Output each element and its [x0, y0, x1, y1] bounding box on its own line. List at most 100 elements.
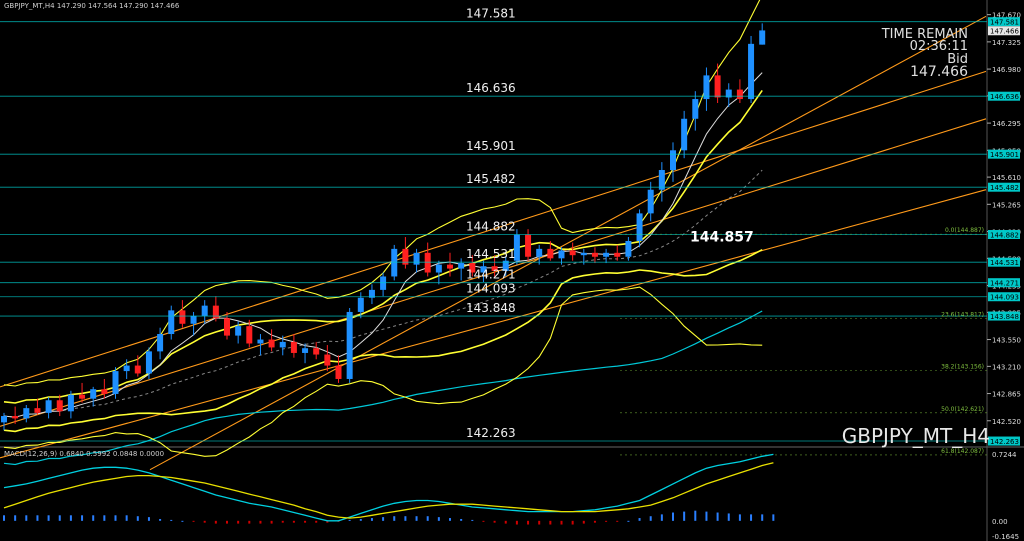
candle-body	[45, 400, 52, 413]
macd-histogram-bar	[14, 515, 17, 521]
macd-histogram-bar	[727, 513, 730, 521]
macd-histogram-bar	[750, 514, 753, 521]
macd-histogram-bar	[103, 515, 106, 521]
candle-body	[759, 30, 766, 45]
macd-histogram-bar	[649, 516, 652, 521]
macd-histogram-bar	[147, 517, 150, 521]
candle-body	[714, 75, 721, 98]
candle-body	[636, 213, 643, 241]
candle-body	[257, 339, 264, 344]
macd-histogram-bar	[616, 520, 619, 522]
macd-histogram-bar	[426, 516, 429, 521]
macd-histogram-bar	[259, 520, 262, 524]
candle-body	[603, 252, 610, 257]
bid-value: 147.466	[910, 64, 968, 80]
macd-histogram-bar	[69, 515, 72, 521]
candle-body	[424, 252, 431, 273]
candle-body	[447, 264, 453, 269]
fib-label: 23.6(143.817)	[941, 311, 984, 318]
price-tick-label: 143.210	[992, 363, 1021, 371]
candle-body	[458, 263, 465, 269]
level-label: 146.636	[466, 81, 516, 95]
level-label: 143.848	[466, 301, 516, 315]
candle-body	[112, 371, 119, 394]
macd-histogram-bar	[482, 520, 485, 522]
candle-body	[12, 416, 19, 419]
candle-body	[101, 389, 108, 394]
macd-histogram-bar	[449, 518, 451, 521]
macd-histogram-bar	[672, 512, 674, 521]
candle-body	[134, 365, 141, 374]
candle-body	[536, 248, 543, 257]
macd-histogram-bar	[136, 516, 139, 521]
axis-price-tag-label: 146.636	[990, 93, 1019, 101]
symbol-watermark: GBPJPY_MT_H4	[841, 424, 990, 448]
axis-price-tag-label: 145.482	[990, 184, 1019, 192]
macd-histogram-bar	[538, 520, 541, 525]
price-tick-label: 142.520	[992, 418, 1021, 426]
fib-label: 50.0(142.621)	[941, 406, 984, 413]
axis-price-tag-label: 143.848	[990, 313, 1019, 321]
price-tick-label: 142.865	[992, 391, 1021, 399]
candle-body	[625, 240, 632, 257]
candle-body	[413, 252, 420, 265]
chart-canvas: 147.581 146.636 145.901 145.482 144.882 144.5…	[0, 0, 1024, 541]
macd-histogram-bar	[270, 520, 273, 524]
candle-body	[380, 276, 387, 290]
symbol-info: GBPJPY_MT,H4 147.290 147.564 147.290 147…	[4, 2, 180, 10]
candle-body	[79, 394, 86, 399]
level-label: 144.531	[466, 247, 516, 261]
macd-histogram-bar	[203, 520, 206, 523]
candle-body	[681, 118, 688, 151]
candle-body	[591, 252, 598, 257]
macd-histogram-bar	[716, 512, 719, 521]
candle-body	[647, 189, 654, 214]
macd-histogram-bar	[304, 520, 307, 523]
macd-histogram-bar	[114, 515, 117, 521]
annotation-label: 144.857	[690, 229, 754, 245]
macd-histogram-bar	[415, 516, 418, 521]
macd-tick-label: 0.7244	[992, 451, 1017, 459]
macd-histogram-bar	[159, 518, 162, 521]
candle-body	[123, 365, 130, 372]
price-tick-label: 145.610	[992, 174, 1021, 182]
macd-histogram-bar	[560, 520, 563, 525]
macd-histogram-bar	[248, 520, 251, 524]
candle-body	[324, 354, 331, 366]
candle-body	[525, 234, 532, 257]
price-tick-label: 146.295	[992, 120, 1021, 128]
level-label: 145.482	[466, 172, 516, 186]
macd-histogram-bar	[348, 519, 351, 521]
level-label: 147.581	[466, 7, 516, 21]
macd-histogram-bar	[359, 518, 362, 521]
candle-body	[736, 89, 743, 100]
level-label: 145.901	[466, 139, 516, 153]
candle-body	[67, 394, 74, 412]
macd-histogram-bar	[92, 515, 95, 521]
level-label: 144.271	[466, 268, 516, 282]
macd-histogram-bar	[493, 520, 496, 523]
macd-histogram-bar	[170, 519, 173, 521]
candle-body	[547, 248, 554, 259]
macd-histogram-bar	[58, 515, 61, 521]
candle-body	[201, 305, 208, 316]
macd-histogram-bar	[593, 520, 596, 523]
macd-histogram-bar	[437, 517, 440, 521]
macd-histogram-bar	[237, 520, 240, 524]
price-tick-label: 147.325	[992, 39, 1021, 47]
candle-body	[290, 341, 297, 353]
candle-body	[268, 339, 275, 348]
macd-histogram-bar	[226, 520, 228, 524]
macd-histogram-bar	[683, 511, 686, 521]
macd-histogram-bar	[393, 516, 396, 521]
macd-histogram-bar	[181, 520, 184, 522]
macd-histogram-bar	[281, 520, 284, 523]
macd-histogram-bar	[705, 511, 708, 521]
macd-histogram-bar	[515, 520, 518, 525]
macd-histogram-bar	[404, 516, 407, 521]
macd-histogram-bar	[292, 520, 295, 523]
candle-body	[335, 365, 342, 379]
macd-histogram-bar	[549, 520, 552, 525]
macd-histogram-bar	[638, 518, 641, 521]
candle-body	[157, 334, 164, 352]
